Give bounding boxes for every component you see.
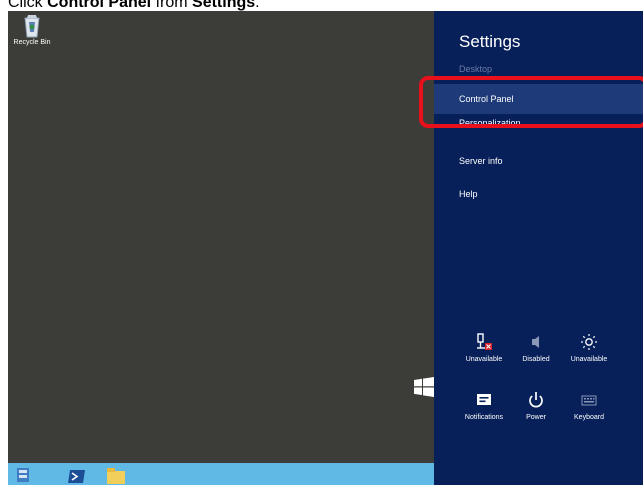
keyboard-icon	[581, 395, 597, 406]
settings-context-label: Desktop	[459, 64, 493, 74]
quick-setting-volume[interactable]: Disabled	[506, 333, 566, 363]
server-manager-icon[interactable]	[13, 466, 33, 485]
power-icon	[529, 392, 543, 408]
file-explorer-icon[interactable]	[106, 466, 126, 485]
quick-setting-brightness[interactable]: Unavailable	[559, 333, 619, 363]
instruction-target: Control Panel	[47, 0, 152, 11]
recycle-bin-shortcut[interactable]: Recycle Bin	[12, 14, 52, 46]
desktop[interactable]: Recycle Bin	[8, 11, 434, 485]
settings-item-server-info[interactable]: Server info	[434, 146, 643, 176]
recycle-bin-label: Recycle Bin	[13, 39, 51, 46]
quick-setting-network[interactable]: Unavailable	[454, 333, 514, 363]
settings-title: Settings	[459, 32, 521, 51]
network-icon	[477, 333, 492, 350]
start-windows-logo-icon[interactable]	[414, 377, 434, 397]
notifications-icon	[477, 394, 491, 405]
quick-setting-power[interactable]: Power	[506, 391, 566, 421]
quick-setting-label: Keyboard	[574, 414, 604, 421]
volume-icon	[532, 336, 539, 348]
recycle-bin-icon	[24, 15, 40, 38]
instruction-prefix: Click	[8, 0, 48, 11]
quick-setting-keyboard[interactable]: Keyboard	[559, 391, 619, 421]
brightness-icon	[581, 334, 597, 350]
quick-setting-label: Unavailable	[570, 356, 608, 363]
instruction-middle: from	[151, 0, 193, 11]
powershell-icon[interactable]	[67, 466, 87, 485]
quick-setting-notifications[interactable]: Notifications	[454, 391, 514, 421]
instruction-suffix: .	[255, 0, 260, 11]
settings-item-help[interactable]: Help	[434, 179, 643, 209]
quick-setting-label: Power	[526, 414, 546, 421]
quick-setting-label: Unavailable	[465, 356, 503, 363]
control-panel-highlight-frame	[419, 76, 643, 128]
instruction-source: Settings	[192, 0, 256, 11]
taskbar	[8, 463, 434, 485]
quick-setting-label: Notifications	[464, 414, 504, 421]
quick-setting-label: Disabled	[522, 356, 550, 363]
